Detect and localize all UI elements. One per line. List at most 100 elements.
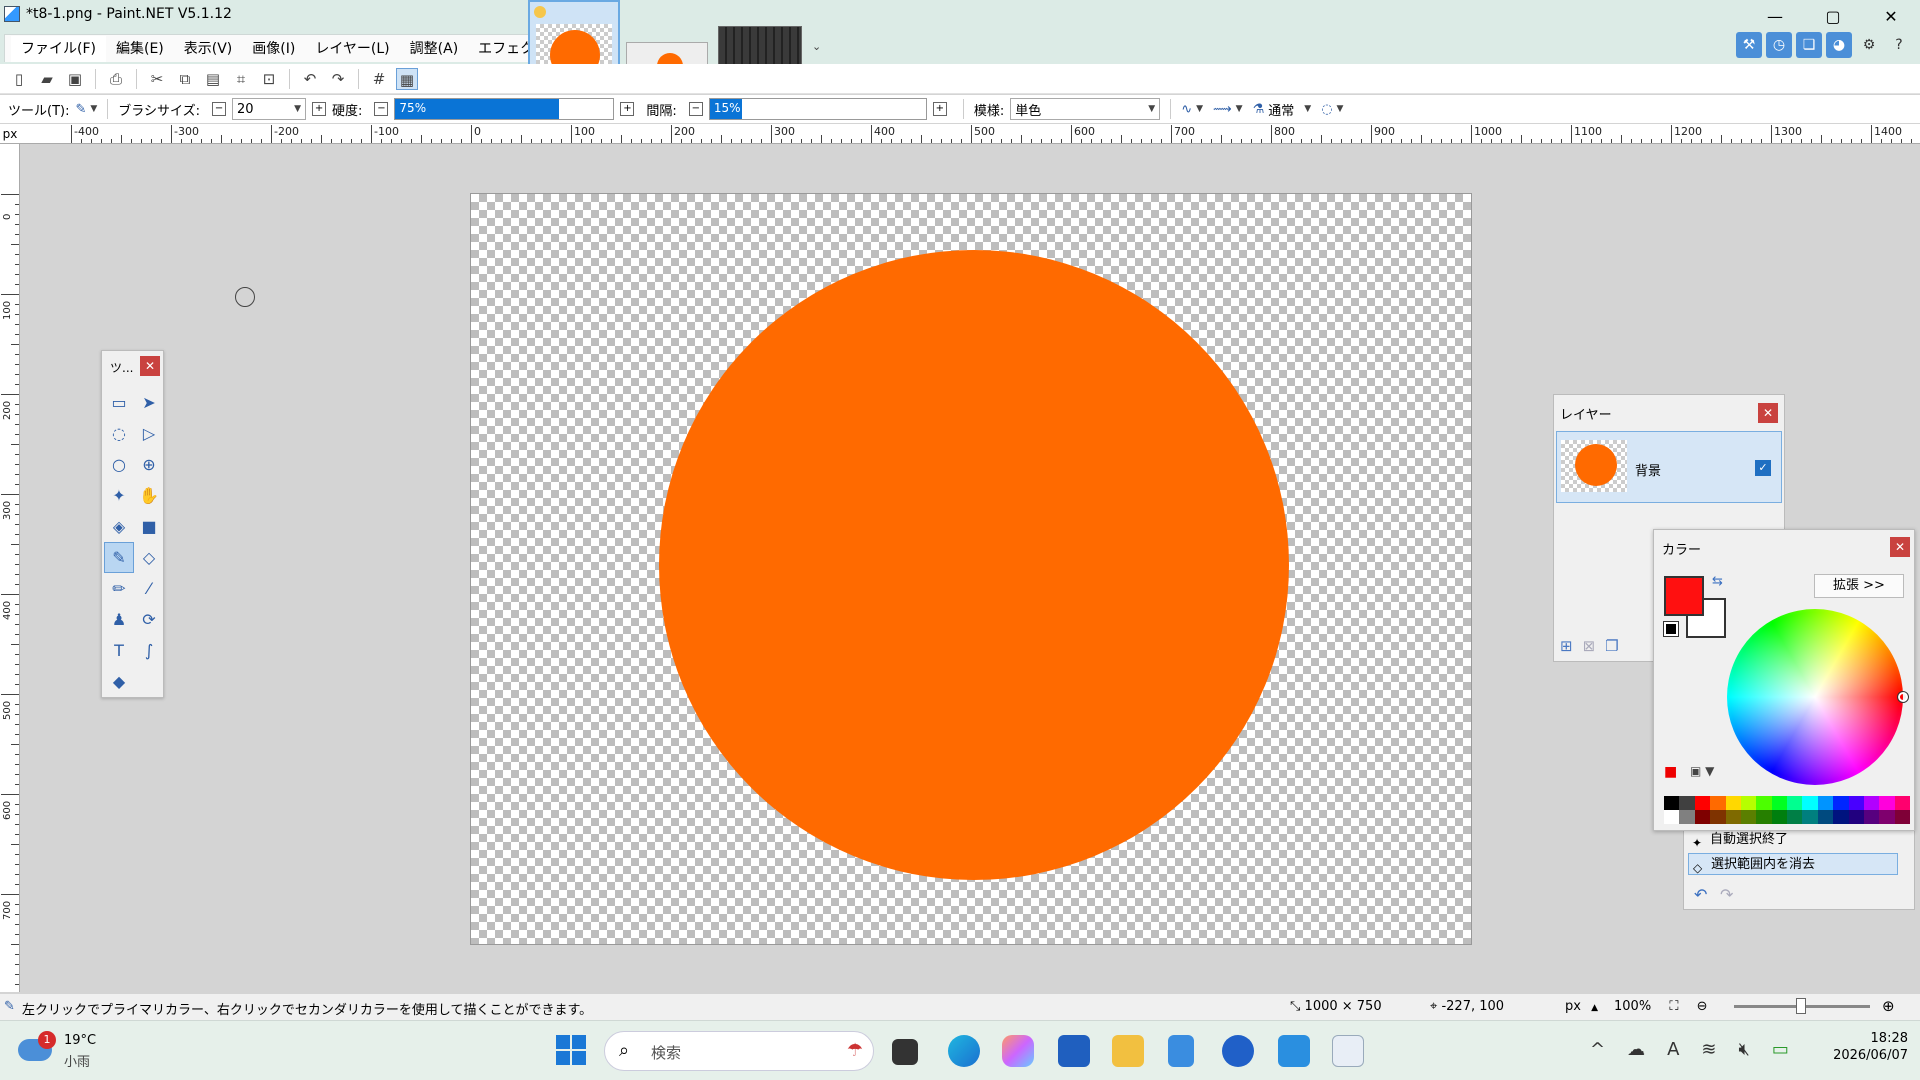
color-picker-icon[interactable]: ⁄ <box>134 573 164 604</box>
palette-swatch[interactable] <box>1817 810 1834 824</box>
zoom-out-icon[interactable]: ⊖ <box>1697 999 1708 1014</box>
recolor-icon[interactable]: ⟳ <box>134 604 164 635</box>
selection-clip-icon[interactable]: ◌ <box>1321 102 1332 117</box>
cut-icon[interactable]: ✂ <box>146 68 168 90</box>
palette-swatch[interactable] <box>1817 796 1834 810</box>
palette-swatch[interactable] <box>1848 810 1864 824</box>
copy-icon[interactable]: ⧉ <box>174 68 196 90</box>
antialias-icon[interactable]: ∿ <box>1181 102 1192 117</box>
unit-dropdown-icon[interactable]: ▲ <box>1591 1003 1598 1013</box>
palette-swatch[interactable] <box>1802 810 1818 824</box>
palette-swatch[interactable] <box>1787 796 1803 810</box>
minimize-button[interactable]: — <box>1746 0 1804 34</box>
shapes-icon[interactable]: ◆ <box>104 666 134 697</box>
tool-dropdown-icon[interactable]: ▼ <box>90 104 97 114</box>
current-tool-paintbrush-icon[interactable]: ✎ <box>75 102 86 117</box>
new-file-icon[interactable]: ▯ <box>8 68 30 90</box>
palette-swatch[interactable] <box>1756 796 1772 810</box>
move-selected-icon[interactable]: ➤ <box>134 387 164 418</box>
palette-menu-icon[interactable]: ▣ ▼ <box>1690 764 1726 782</box>
brush-size-decrease-button[interactable]: − <box>212 102 227 116</box>
save-icon[interactable]: ▣ <box>64 68 86 90</box>
history-item-selected[interactable]: ◇ 選択範囲内を消去 <box>1688 853 1898 875</box>
spacing-decrease-button[interactable]: − <box>688 102 703 116</box>
selection-clip-dropdown-icon[interactable]: ▼ <box>1337 104 1344 114</box>
lasso-select-icon[interactable]: ◌ <box>104 418 134 449</box>
move-selection-icon[interactable]: ▷ <box>134 418 164 449</box>
brush-size-input[interactable]: 20 ▼ <box>232 98 307 120</box>
history-panel-toggle-icon[interactable]: ◷ <box>1766 32 1792 58</box>
vscode-icon[interactable] <box>1278 1035 1310 1067</box>
task-view-icon[interactable] <box>892 1039 918 1065</box>
gradient-icon[interactable]: ■ <box>134 511 164 542</box>
brush-size-increase-button[interactable]: + <box>312 102 327 116</box>
paste-icon[interactable]: ▤ <box>202 68 224 90</box>
blend-mode-value[interactable]: 通常 <box>1268 100 1294 119</box>
hardness-decrease-button[interactable]: − <box>374 102 389 116</box>
history-redo-icon[interactable]: ↷ <box>1720 885 1733 904</box>
store-icon[interactable] <box>1058 1035 1090 1067</box>
pencil-icon[interactable]: ✏ <box>104 573 134 604</box>
wifi-icon[interactable]: ≋ <box>1701 1039 1716 1060</box>
start-button[interactable] <box>556 1035 586 1065</box>
layer-visibility-checkbox[interactable]: ✓ <box>1755 460 1771 476</box>
palette-swatch[interactable] <box>1802 796 1818 810</box>
zoom-in-icon[interactable]: ⊕ <box>1882 997 1895 1015</box>
colors-panel-toggle-icon[interactable]: ◕ <box>1826 32 1852 58</box>
menu-edit[interactable]: 編集(E) <box>106 36 174 62</box>
add-layer-icon[interactable]: ⊞ <box>1560 637 1573 655</box>
color-wheel[interactable] <box>1727 609 1903 785</box>
hardness-slider[interactable]: 75% <box>394 98 615 120</box>
palette-swatch[interactable] <box>1740 796 1757 810</box>
palette-swatch[interactable] <box>1848 796 1864 810</box>
tools-panel-close-icon[interactable]: ✕ <box>140 356 160 376</box>
blend-mode-dropdown-icon[interactable]: ▼ <box>1304 104 1311 114</box>
palette-swatch[interactable] <box>1879 810 1895 824</box>
zoom-fit-icon[interactable]: ⛶ <box>1669 999 1678 1014</box>
clock[interactable]: 18:28 2026/06/07 <box>1808 1031 1908 1063</box>
tools-panel-toggle-icon[interactable]: ⚒ <box>1736 32 1762 58</box>
palette-swatch[interactable] <box>1863 796 1880 810</box>
pan-icon[interactable]: ✋ <box>134 480 164 511</box>
zoom-readout[interactable]: 100% ⛶ ⊖ <box>1614 999 1707 1014</box>
line-curve-icon[interactable]: ∫ <box>134 635 164 666</box>
palette-swatch[interactable] <box>1771 810 1787 824</box>
paint-bucket-icon[interactable]: ◈ <box>104 511 134 542</box>
colors-panel-close-icon[interactable]: ✕ <box>1890 537 1910 557</box>
palette-swatch[interactable] <box>1694 810 1711 824</box>
zoom-slider-thumb[interactable] <box>1796 998 1806 1014</box>
duplicate-layer-icon[interactable]: ❐ <box>1605 637 1618 655</box>
file-explorer-icon[interactable] <box>1112 1035 1144 1067</box>
eraser-icon[interactable]: ◇ <box>134 542 164 573</box>
text-icon[interactable]: T <box>104 635 134 666</box>
print-icon[interactable]: ⎙ <box>105 68 127 90</box>
antialias-dropdown-icon[interactable]: ▼ <box>1196 104 1203 114</box>
taskbar-search[interactable]: ⌕ 検索 ☂ <box>604 1031 874 1071</box>
zoom-icon[interactable]: ⊕ <box>134 449 164 480</box>
copilot-icon[interactable] <box>1002 1035 1034 1067</box>
crop-icon[interactable]: ⌗ <box>230 68 252 90</box>
palette-swatch[interactable] <box>1725 810 1741 824</box>
menu-view[interactable]: 表示(V) <box>174 36 243 62</box>
battery-icon[interactable]: ▭ <box>1772 1039 1789 1060</box>
paintnet-taskbar-icon[interactable] <box>1332 1035 1364 1067</box>
hardness-increase-button[interactable]: + <box>620 102 635 116</box>
palette-swatch[interactable] <box>1833 796 1849 810</box>
unit-selector[interactable]: px ▲ <box>1565 999 1598 1014</box>
history-item[interactable]: ✦ 自動選択終了 <box>1688 829 1898 851</box>
layers-panel-toggle-icon[interactable]: ❏ <box>1796 32 1822 58</box>
menu-image[interactable]: 画像(I) <box>242 36 305 62</box>
alpha-blending-icon[interactable]: ⟿ <box>1213 102 1232 117</box>
pattern-dropdown-icon[interactable]: ▼ <box>1148 104 1155 114</box>
palette-swatch[interactable] <box>1740 810 1757 824</box>
palette-swatch[interactable] <box>1756 810 1772 824</box>
magic-wand-icon[interactable]: ✦ <box>104 480 134 511</box>
palette-swatch[interactable] <box>1879 796 1895 810</box>
ellipse-select-icon[interactable]: ○ <box>104 449 134 480</box>
spacing-slider[interactable]: 15% <box>708 98 927 120</box>
undo-icon[interactable]: ↶ <box>299 68 321 90</box>
menu-layers[interactable]: レイヤー(L) <box>305 36 399 62</box>
deselect-icon[interactable]: ⊡ <box>258 68 280 90</box>
brush-size-dropdown-icon[interactable]: ▼ <box>294 104 301 114</box>
palette-swatch[interactable] <box>1894 796 1910 810</box>
